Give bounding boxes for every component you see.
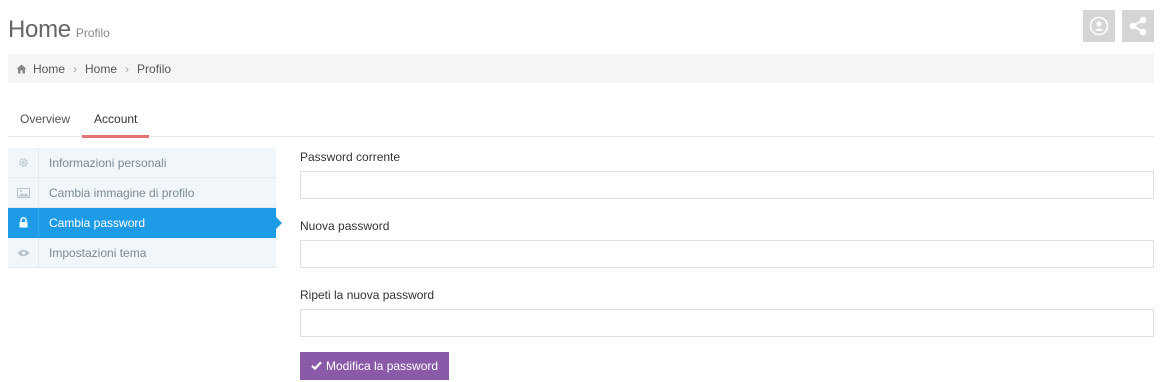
new-password-label: Nuova password	[300, 219, 390, 233]
page-header: Home Profilo	[8, 16, 110, 44]
tab-account[interactable]: Account	[82, 108, 150, 138]
chevron-right-icon: ›	[73, 61, 78, 76]
menu-item-label: Informazioni personali	[49, 155, 167, 170]
change-password-form: Password corrente Nuova password Ripeti …	[300, 150, 1154, 380]
menu-item-cambia-immagine[interactable]: Cambia immagine di profilo	[8, 178, 276, 208]
new-password-input[interactable]	[300, 240, 1154, 268]
new-password-group: Nuova password	[300, 219, 1154, 268]
page-title: Home	[8, 16, 71, 43]
user-circle-button[interactable]	[1083, 10, 1115, 42]
share-button[interactable]	[1122, 10, 1154, 42]
tab-overview[interactable]: Overview	[8, 108, 82, 136]
lock-icon	[8, 208, 39, 237]
repeat-password-label: Ripeti la nuova password	[300, 288, 435, 302]
menu-item-informazioni-personali[interactable]: Informazioni personali	[8, 148, 276, 178]
profile-tabs: Overview Account	[8, 108, 1154, 138]
breadcrumb-item-home[interactable]: Home	[33, 62, 65, 76]
picture-icon	[8, 178, 39, 207]
modifica-password-button[interactable]: Modifica la password	[300, 351, 450, 380]
user-circle-icon	[1089, 16, 1109, 36]
repeat-password-group: Ripeti la nuova password	[300, 288, 1154, 337]
menu-item-label: Cambia password	[49, 215, 146, 230]
current-password-label: Password corrente	[300, 150, 401, 164]
chevron-right-icon: ›	[125, 61, 130, 76]
current-password-input[interactable]	[300, 171, 1154, 199]
page-subtitle: Profilo	[75, 26, 110, 40]
breadcrumb-item-profilo: Profilo	[137, 61, 172, 76]
header-actions	[1083, 10, 1154, 42]
menu-item-cambia-password[interactable]: Cambia password	[8, 208, 282, 238]
submit-button-label: Modifica la password	[326, 358, 439, 373]
current-password-group: Password corrente	[300, 150, 1154, 199]
eye-icon	[8, 238, 39, 267]
account-side-menu: Informazioni personali Cambia immagine d…	[8, 148, 282, 268]
menu-item-impostazioni-tema[interactable]: Impostazioni tema	[8, 238, 276, 268]
breadcrumb-item-home-2[interactable]: Home	[85, 62, 117, 76]
home-icon	[16, 64, 27, 74]
menu-item-label: Cambia immagine di profilo	[49, 185, 195, 200]
check-icon	[311, 361, 322, 370]
repeat-password-input[interactable]	[300, 309, 1154, 337]
breadcrumb: Home › Home › Profilo	[8, 54, 1154, 83]
gear-icon	[8, 148, 39, 177]
share-icon	[1129, 16, 1147, 36]
menu-item-label: Impostazioni tema	[49, 245, 147, 260]
